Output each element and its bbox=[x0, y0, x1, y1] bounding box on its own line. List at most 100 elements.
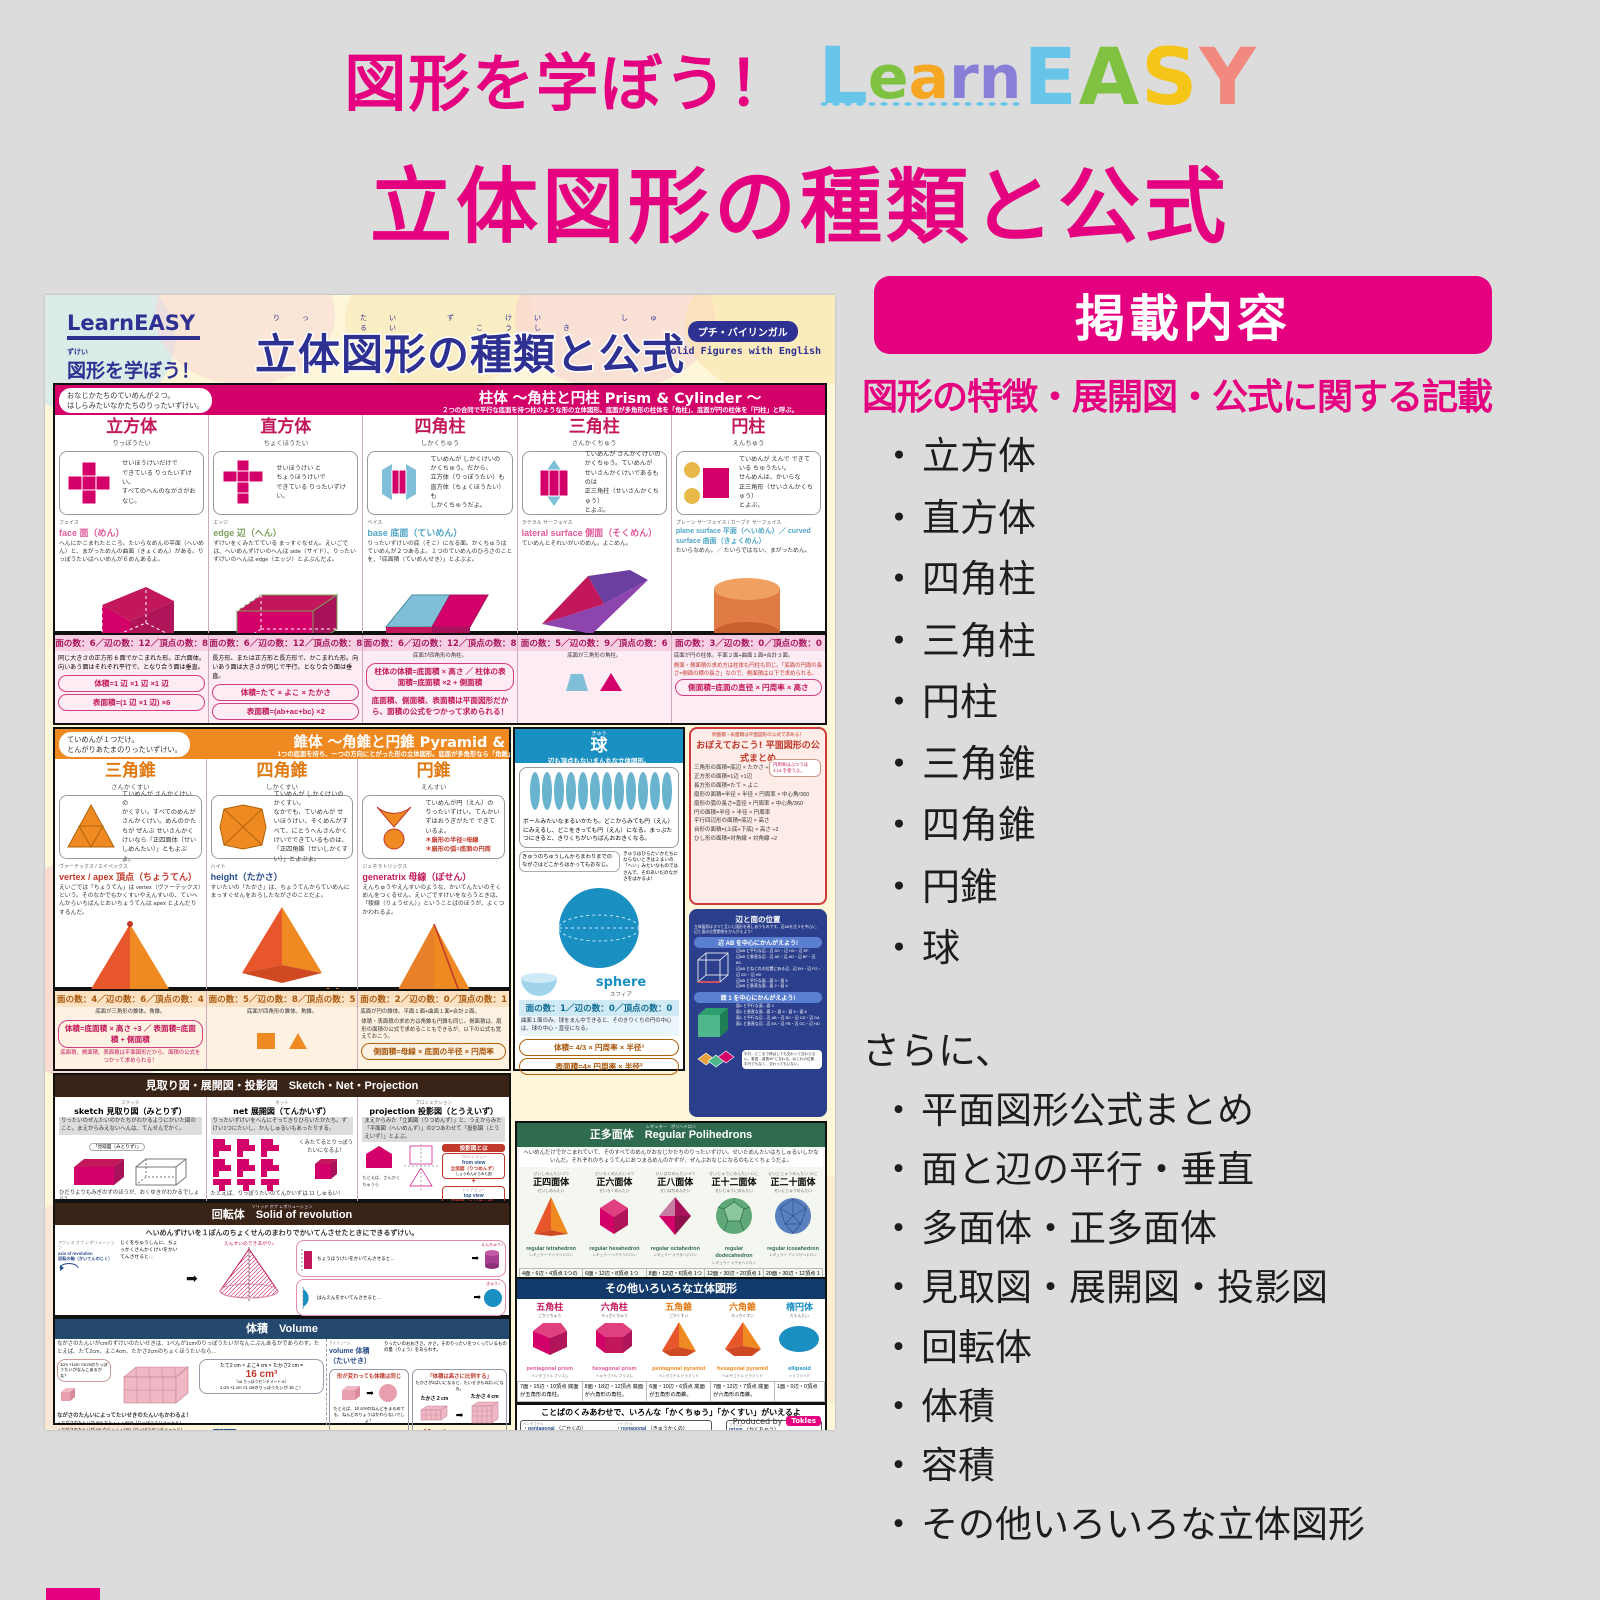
formula-note: 底面積、側面積、表面積は平面図形だから、面積の公式をつかって求められる！ bbox=[60, 1049, 201, 1064]
word-en: pentagonal bbox=[528, 1425, 555, 1430]
contents-subtitle: 図形の特徴・展開図・公式に関する記載 bbox=[862, 377, 1493, 418]
list-item: 見取図・展開図・投影図 bbox=[862, 1258, 1582, 1317]
item-en-kana: レギュラー オクタヘドロン bbox=[653, 1253, 698, 1258]
shape-name: 立方体 bbox=[106, 417, 158, 437]
axis-ruby: アクシス オブ レボリューション bbox=[58, 1240, 115, 1251]
mini-body: りったいのぜんたいのかたちがわかるようにかいた図のこと。まえからみえないへんは、… bbox=[59, 1117, 202, 1135]
fact-text: 底面が円の柱体。平面２面+曲面１面=合計３面。 bbox=[673, 653, 794, 659]
item-jp: 正六面体 bbox=[596, 1177, 633, 1188]
volume-title: volume 体積（たいせき） bbox=[329, 1348, 371, 1365]
list-item: ひし形の面積=対角線 × 対角線 ÷2 bbox=[694, 836, 778, 843]
volume-unit-label: 1cm ×1cm ×1cmのりっぽうたいがなんこあるかな？ bbox=[57, 1358, 111, 1382]
square-icon bbox=[257, 1032, 275, 1049]
shape-kana: えんちゅう bbox=[732, 439, 765, 447]
section-band-sketch: 見取り図・展開図・投影図 Sketch・Net・Projection bbox=[55, 1075, 509, 1097]
clay-cube-icon bbox=[342, 1386, 361, 1400]
mini-title: sketch 見取り図（みとりず） bbox=[74, 1107, 187, 1116]
term-body: へんにかこまれたところ。たいらなめんの平面（へいめん）と、まがっためんの曲面（き… bbox=[59, 540, 204, 564]
projection-example: たとえば、さんかくちゅうら bbox=[362, 1175, 401, 1187]
table-row: pentagonal prism ペンタゴナル プリズム hexagonal p… bbox=[518, 1364, 825, 1381]
net-text: せいほうけいだけで できている りったいずけい。 すべてのへんのながさがおなじ。 bbox=[122, 460, 196, 505]
formula: 側面積=母線 × 底面の半径 × 円周率 bbox=[361, 1043, 507, 1061]
counts: 面の数：6／辺の数：12／頂点の数：8 bbox=[363, 635, 517, 651]
term-body: ずけいをくみたてている まっすぐなせん。えいごでは、へいめんずけいのへんは si… bbox=[213, 540, 356, 564]
table-cell: 楕円体 だえんたい bbox=[774, 1299, 824, 1364]
cylinder-net-icon bbox=[683, 461, 729, 504]
list-item: 長方形の面積=たて × よこ bbox=[694, 782, 759, 789]
item-en: pentagonal prism bbox=[526, 1366, 574, 1373]
item-en: regular octahedron bbox=[650, 1245, 700, 1252]
counts: 面の数：1／辺の数：0／頂点の数：0 bbox=[519, 1000, 679, 1016]
shape-card-cube: 立方体 りっぽうたい せいほうけいだけで できている りったいずけい。 すべてのへん bbox=[55, 415, 210, 697]
term-name: lateral surface 側面（そくめん） bbox=[521, 527, 658, 538]
edge-face-desc: 立体図形はすべて互いに図形を表しあうものです。辺ABを注３を中心に、辺と面の位置… bbox=[694, 925, 820, 935]
shape-kana: りっぽうたい bbox=[112, 439, 151, 447]
net-box: ていめんが さんかくけいの かくちゅう。ていめんが せいさんかくけいであるものは 正三… bbox=[521, 450, 667, 515]
shape-card-square-pyramid: 四角錐 しかくすい ていめんが しかくけいの かくすい。 なかでも、ていめんが せい… bbox=[207, 759, 359, 1010]
regpoly-ruby: レギュラー ポリヘドロン bbox=[645, 1124, 697, 1129]
term-face: フェイス face 面（めん） へんにかこまれたところ。たいらなめんの平面（へい… bbox=[59, 519, 204, 565]
net-box: せいほうけい とちょうほうけいで できている りったいずけい。 bbox=[213, 450, 359, 515]
volume-box2-l1: たかさ 2 cm bbox=[420, 1396, 449, 1402]
volume-box2-v1: 16 cm³ bbox=[415, 1429, 454, 1430]
word-jp: （ごかくの） bbox=[556, 1425, 587, 1430]
list-item: 辺AB と垂直な辺…辺 AE・辺 AD・辺 BF・辺 BC bbox=[736, 954, 816, 965]
table-cell: 8面・18辺・12頂点 底面が六角形の角柱。 bbox=[581, 1381, 648, 1402]
counts: 面の数：3／辺の数：0／頂点の数：0 bbox=[671, 635, 826, 651]
term-body: えんちゅうやえんすいのような、かいてんたいのそくめんをつくるせん。えいごですけい… bbox=[362, 884, 505, 916]
table-cell: せいろくめんたい 6つ 正六面体 せいろくめんたい bbox=[583, 1169, 647, 1244]
net-numbered-icon bbox=[697, 1050, 735, 1068]
term-body: えいごでは「ちょうてん」は vertex（ヴァーテックス）という。そのなかでもか… bbox=[59, 884, 201, 916]
section-band-prism: おなじかたちのていめんが２つ。 はしらみたいなかたちのりったいずけい。 柱体 〜角… bbox=[55, 385, 825, 415]
edge-face-sub1: 辺 AB を中心にかんがえよう! bbox=[694, 937, 822, 949]
formula: 表面積=(1 辺 ×1 辺) ×6 bbox=[58, 694, 206, 712]
word-jp: （きゅうかくの） bbox=[647, 1425, 688, 1430]
poster-logo-jp: ずけい 図形を学ぼう！ bbox=[67, 349, 200, 383]
section-band-pyramid: ていめんが１つだけ。 とんがりあたまのりったいずけい。 錐体 〜角錐と円錐 Pyr… bbox=[55, 729, 586, 759]
page-title: 立体図形の種類と公式 bbox=[369, 160, 1230, 255]
triangle-icon bbox=[600, 672, 623, 691]
list-item: 扇形の弧の長さ=直径 × 円周率 × 中心角/360 bbox=[694, 800, 803, 807]
cube-small-icon bbox=[315, 1158, 337, 1179]
shape-card-quadrangular-prism: 四角柱 しかくちゅう ていめんが しかくけいの かくちゅう。だから、 立方体（りっぽ… bbox=[363, 415, 518, 710]
net-text: ていめんが さんかくけいの かくすい。すべてのめんが さんかくけい。めんのかたちが … bbox=[122, 790, 197, 863]
formula: 体積=たて × よこ × たかさ bbox=[212, 684, 360, 702]
shape-kana: ちょくほうたい bbox=[263, 439, 309, 447]
fact-text: 同じ大きさの正方形 6 面でかこまれた形。正六面体。向いあう面はそれぞれ平行で、… bbox=[55, 651, 209, 676]
net-box: ていめんが しかくけいの かくすい。 なかでも、ていめんが せいほうけい、そくめんが… bbox=[210, 791, 354, 863]
poster-title: 立体図形の種類と公式 bbox=[253, 330, 685, 379]
logo-dotted-underline bbox=[818, 100, 1022, 107]
fact-text: 長方形、または正方形と長方形で、かこまれた形。向いあう面は大きさが同じで平行。と… bbox=[209, 651, 363, 685]
facts-square-pyramid: 面の数：5／辺の数：8／頂点の数：5 底面が四角形の錐体。角錐。 bbox=[206, 991, 359, 1069]
item-en: regular tetrahedron bbox=[526, 1245, 576, 1252]
counts: 面の数：5／辺の数：9／頂点の数：6 bbox=[517, 635, 671, 651]
square-pyramid-net-icon bbox=[219, 804, 267, 850]
edge-face-sub2: 面 1 を中心にかんがえよう! bbox=[694, 992, 822, 1004]
term-name: base 底面（ていめん） bbox=[367, 527, 463, 538]
shape-name: 三角錐 bbox=[104, 761, 156, 781]
table-cell: 五角柱 ごかくちゅう bbox=[518, 1299, 583, 1364]
poster-logo-jp-text: 図形を学ぼう！ bbox=[67, 360, 201, 382]
item-en-kana: レギュラー テトラヘドロン bbox=[529, 1253, 574, 1258]
pentagonal-prism-icon bbox=[532, 1322, 567, 1355]
contents-list: 立方体 直方体 四角柱 三角柱 円柱 三角錐 四角錐 円錐 球 bbox=[862, 426, 1582, 980]
term-generatrix: ジェネラトリックス generatrix 母線（ぼせん） えんちゅうやえんすいの… bbox=[362, 863, 505, 918]
contents-more-list: 平面図形公式まとめ 面と辺の平行・垂直 多面体・正多面体 見取図・展開図・投影図… bbox=[862, 1081, 1582, 1555]
term-body: すいたいの「たかさ」は、ちょうてんからていめんにまっすぐせんをおろしたながさのこ… bbox=[210, 884, 350, 900]
net-box: ていめんが しかくけいの かくちゅう。だから、 立方体（りっぽうたい）も 直方体（ちょ… bbox=[367, 450, 513, 515]
counts: 面の数：6／辺の数：12／頂点の数：8 bbox=[209, 635, 363, 651]
section-band-regular-polyhedrons: レギュラー ポリヘドロン 正多面体 Regular Polihedrons bbox=[517, 1123, 825, 1147]
item-jp: 五角柱 bbox=[536, 1302, 564, 1312]
clay-ball-icon bbox=[378, 1384, 397, 1402]
volume-calc-note: 1 cm ×1 cm ×1 cmのりっぽうたいが 16 こ！ bbox=[219, 1384, 304, 1390]
section-band-other-solids: その他いろいろな立体図形 bbox=[517, 1279, 825, 1299]
rotation-arrow-icon bbox=[59, 1262, 79, 1271]
poster-thumbnail[interactable]: LearnEASY ずけい 図形を学ぼう！ りっ たい ず けい しゅるい こう… bbox=[45, 295, 835, 1430]
front-note: しょうめんからみた図 bbox=[455, 1172, 492, 1177]
fact-text: 底面が四角形の角柱。 bbox=[413, 653, 467, 659]
facts-triangular-prism: 面の数：5／辺の数：9／頂点の数：6 底面が三角形の角柱。 bbox=[517, 635, 672, 723]
item-en-kana: イリプソイド bbox=[788, 1374, 811, 1379]
poster-logo-ruby: ずけい bbox=[67, 348, 88, 356]
volume-calc-val: 16 cm³ bbox=[245, 1368, 278, 1380]
projection-diagram-icon bbox=[404, 1144, 439, 1191]
